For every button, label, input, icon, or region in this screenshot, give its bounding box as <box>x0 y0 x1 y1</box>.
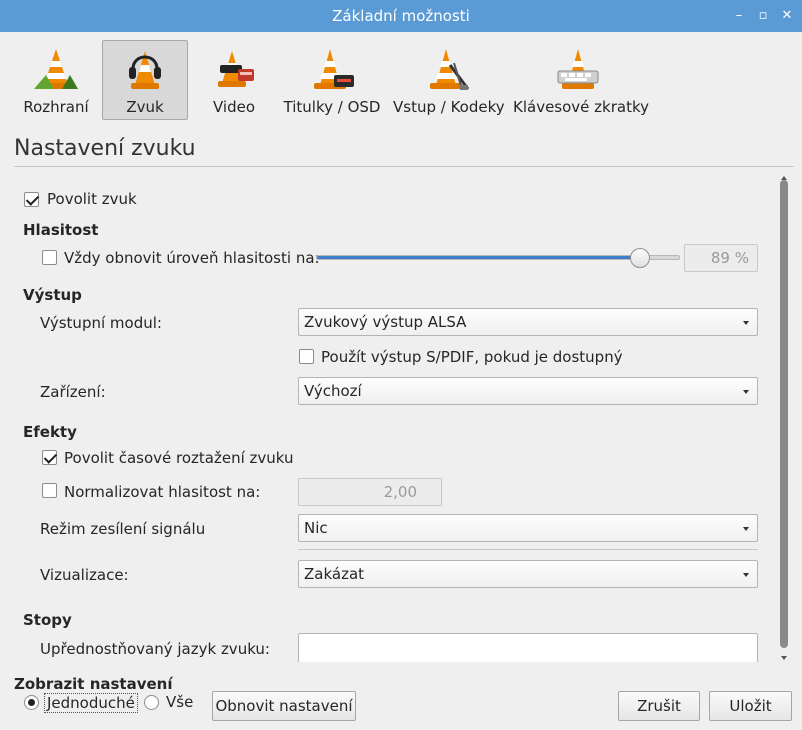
window-title: Základní možnosti <box>332 7 470 25</box>
volume-value-field: 89 % <box>684 244 758 272</box>
all-radio[interactable] <box>144 695 159 710</box>
enable-audio-checkbox[interactable] <box>24 192 39 207</box>
dropdown-arrow-icon <box>743 573 749 577</box>
minimize-icon[interactable]: – <box>728 0 750 32</box>
vertical-scrollbar[interactable] <box>778 176 790 662</box>
section-title: Nastavení zvuku <box>14 136 196 161</box>
device-value: Výchozí <box>304 382 362 400</box>
window-titlebar[interactable]: Základní možnosti – ▫ ✕ <box>0 0 802 32</box>
timestretch-checkbox[interactable] <box>42 450 57 465</box>
volume-slider-fill <box>317 256 641 259</box>
tab-label: Rozhraní <box>23 98 89 116</box>
normalize-label: Normalizovat hlasitost na: <box>64 483 261 501</box>
effects-heading: Efekty <box>23 423 77 441</box>
simple-radio[interactable] <box>24 695 39 710</box>
save-button[interactable]: Uložit <box>709 691 792 721</box>
tab-subtitles[interactable]: Titulky / OSD <box>280 40 384 120</box>
tab-input-codecs[interactable]: Vstup / Kodeky <box>392 40 505 120</box>
vlc-subtitles-icon <box>314 49 354 89</box>
divider <box>14 166 794 167</box>
simple-label[interactable]: Jednoduché <box>44 693 138 713</box>
dropdown-arrow-icon <box>743 527 749 531</box>
tab-audio[interactable]: Zvuk <box>102 40 188 120</box>
show-settings-heading: Zobrazit nastavení <box>14 675 173 693</box>
replaygain-label: Režim zesílení signálu <box>40 520 206 538</box>
volume-slider-handle[interactable] <box>630 248 650 268</box>
tab-label: Klávesové zkratky <box>513 98 649 116</box>
visualization-value: Zakázat <box>304 565 365 583</box>
output-module-value: Zvukový výstup ALSA <box>304 313 467 331</box>
vlc-input-codecs-icon <box>430 49 470 90</box>
volume-heading: Hlasitost <box>23 221 99 239</box>
device-dropdown[interactable]: Výchozí <box>298 377 758 405</box>
tab-video[interactable]: Video <box>196 40 272 120</box>
tab-label: Zvuk <box>126 98 164 116</box>
spdif-label: Použít výstup S/PDIF, pokud je dostupný <box>321 348 623 366</box>
scrollbar-thumb[interactable] <box>780 180 788 648</box>
visualization-dropdown[interactable]: Zakázat <box>298 560 758 588</box>
output-heading: Výstup <box>23 286 82 304</box>
tracks-heading: Stopy <box>23 611 72 629</box>
visualization-label: Vizualizace: <box>40 566 129 584</box>
vlc-headphones-icon <box>129 51 161 89</box>
dropdown-arrow-icon <box>743 390 749 394</box>
preferred-language-label: Upřednostňovaný jazyk zvuku: <box>40 640 270 658</box>
dropdown-arrow-icon <box>743 321 749 325</box>
spdif-checkbox[interactable] <box>299 349 314 364</box>
close-icon[interactable]: ✕ <box>776 0 798 32</box>
timestretch-label: Povolit časové roztažení zvuku <box>64 449 294 467</box>
preferred-language-input[interactable] <box>298 633 758 662</box>
tab-label: Vstup / Kodeky <box>393 98 505 116</box>
scroll-down-icon[interactable] <box>781 656 787 660</box>
tab-interface[interactable]: Rozhraní <box>18 40 94 120</box>
maximize-icon[interactable]: ▫ <box>752 0 774 32</box>
enable-audio-label: Povolit zvuk <box>47 190 137 208</box>
normalize-checkbox[interactable] <box>42 483 57 498</box>
normalize-value: 2,00 <box>383 483 417 501</box>
save-label: Uložit <box>729 697 772 715</box>
normalize-spinbox[interactable]: 2,00 <box>298 478 442 506</box>
output-module-label: Výstupní modul: <box>40 314 162 332</box>
all-label[interactable]: Vše <box>166 693 193 711</box>
replaygain-dropdown[interactable]: Nic <box>298 514 758 542</box>
cancel-label: Zrušit <box>637 697 681 715</box>
reset-settings-label: Obnovit nastavení <box>215 697 353 715</box>
tab-label: Titulky / OSD <box>283 98 381 116</box>
device-label: Zařízení: <box>40 383 106 401</box>
restore-volume-label: Vždy obnovit úroveň hlasitosti na: <box>64 249 320 267</box>
cancel-button[interactable]: Zrušit <box>618 691 700 721</box>
volume-slider[interactable] <box>316 255 680 260</box>
reset-settings-button[interactable]: Obnovit nastavení <box>212 691 356 721</box>
output-module-dropdown[interactable]: Zvukový výstup ALSA <box>298 308 758 336</box>
replaygain-value: Nic <box>304 519 328 537</box>
vlc-video-icon <box>218 51 254 87</box>
vlc-cone-icon <box>34 49 78 89</box>
restore-volume-checkbox[interactable] <box>42 250 57 265</box>
divider <box>298 549 758 550</box>
vlc-hotkeys-icon <box>557 49 599 89</box>
category-tabbar: Rozhraní Zvuk Video Titulky / OSD Vstup … <box>0 36 802 124</box>
tab-label: Video <box>212 98 256 116</box>
tab-hotkeys[interactable]: Klávesové zkratky <box>512 40 649 120</box>
audio-settings-panel: Povolit zvuk Hlasitost Vždy obnovit úrov… <box>14 176 778 662</box>
